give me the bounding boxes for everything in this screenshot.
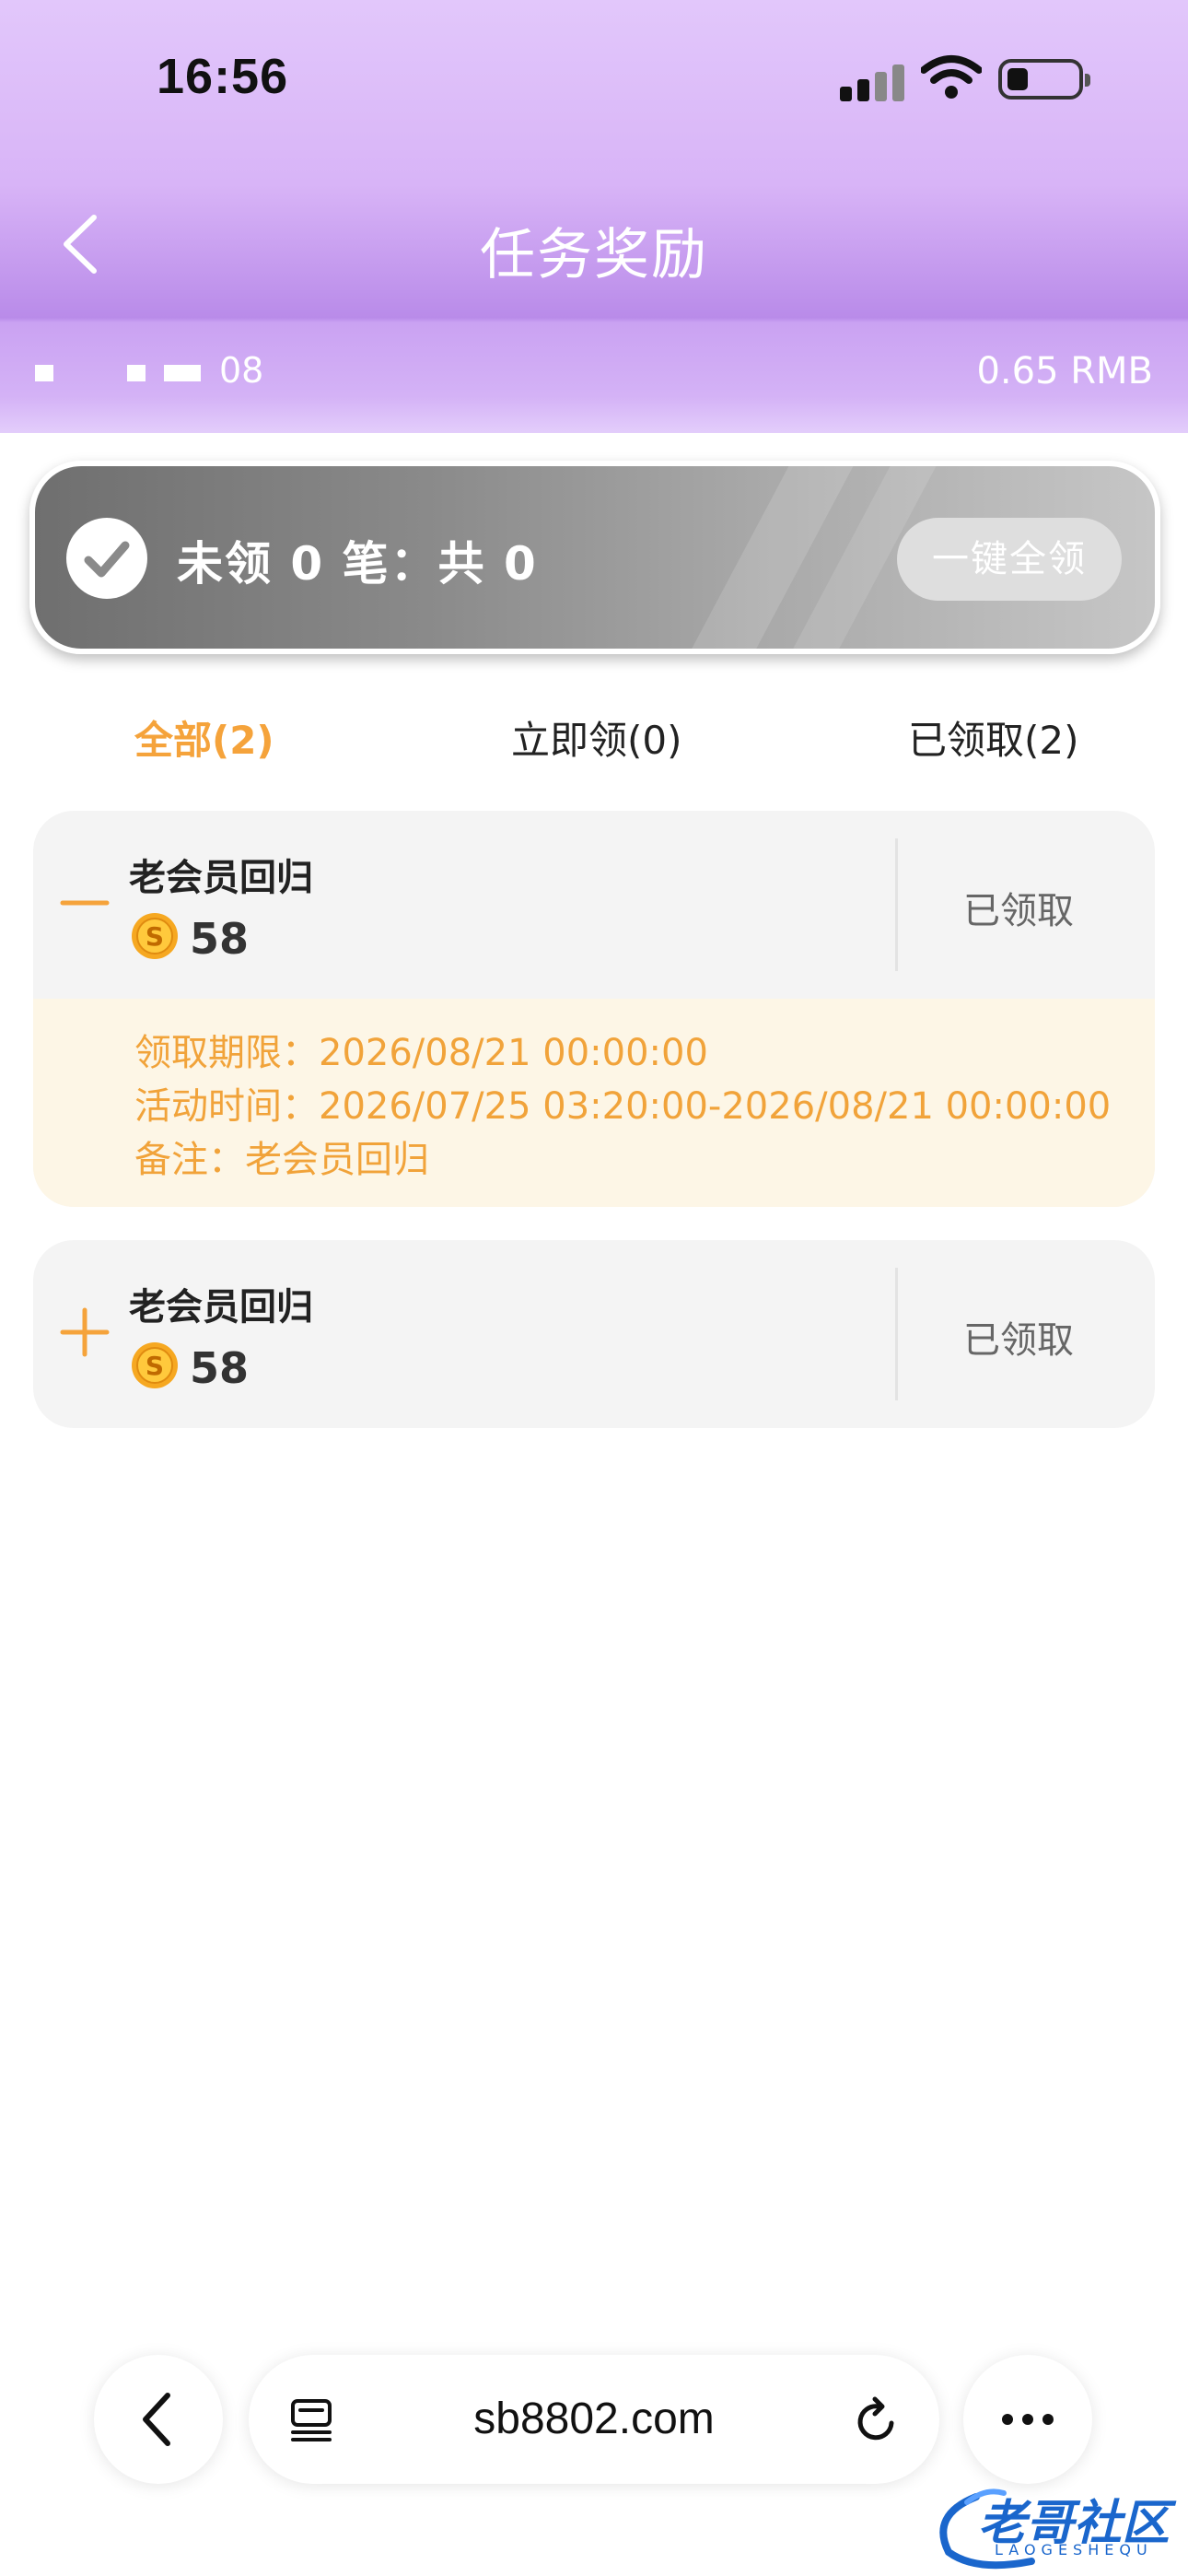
masked-block — [164, 364, 201, 381]
unclaimed-summary: 未领 0 笔：共 0 — [177, 537, 538, 591]
divider — [895, 838, 898, 971]
more-dots-icon — [1002, 2414, 1054, 2425]
battery-icon — [998, 59, 1090, 100]
reward-details: 领取期限：2026/08/21 00:00:00 活动时间：2026/07/25… — [33, 999, 1155, 1207]
account-row: 08 0.65 RMB — [0, 341, 1188, 405]
coin-icon: S — [132, 913, 178, 959]
reward-status: 已领取 — [963, 890, 1074, 932]
url-text: sb8802.com — [473, 2395, 715, 2443]
expand-plus-icon[interactable] — [57, 1305, 112, 1360]
reward-amount: 58 — [190, 1343, 250, 1393]
reward-status: 已领取 — [963, 1319, 1074, 1362]
address-bar[interactable]: sb8802.com — [249, 2355, 939, 2484]
chevron-left-icon — [143, 2393, 170, 2446]
remark: 备注：老会员回归 — [134, 1139, 429, 1181]
tab-all[interactable]: 全部(2) — [134, 709, 274, 766]
reward-title: 老会员回归 — [129, 857, 313, 899]
more-options-button[interactable] — [963, 2355, 1092, 2484]
account-balance: 0.65 RMB — [976, 350, 1153, 392]
svg-text:S: S — [146, 921, 164, 952]
status-time: 16:56 — [157, 49, 289, 104]
coin-icon: S — [132, 1342, 178, 1388]
claim-deadline: 领取期限：2026/08/21 00:00:00 — [134, 1032, 708, 1074]
reward-card-header[interactable]: 老会员回归 S 58 已领取 — [33, 1240, 1155, 1428]
page-title: 任务奖励 — [480, 223, 708, 287]
browser-back-button[interactable] — [94, 2355, 223, 2484]
filter-tabs: 全部(2) 立即领(0) 已领取(2) — [0, 709, 1188, 774]
masked-block — [35, 364, 53, 381]
watermark-logo: 老哥社区 LAOGESHEQU — [921, 2469, 1188, 2576]
reward-title: 老会员回归 — [129, 1286, 313, 1329]
masked-block — [127, 364, 146, 381]
check-icon — [66, 518, 147, 599]
collapse-minus-icon[interactable] — [57, 875, 112, 931]
activity-time: 活动时间：2026/07/25 03:20:00-2026/08/21 00:0… — [134, 1085, 1112, 1128]
reload-icon[interactable] — [851, 2395, 901, 2445]
divider — [895, 1268, 898, 1400]
tab-claimed[interactable]: 已领取(2) — [908, 709, 1079, 766]
claim-all-button[interactable]: 一键全领 — [897, 518, 1122, 601]
status-bar: 16:56 — [0, 0, 1188, 157]
wifi-icon — [921, 55, 982, 99]
cellular-signal-icon — [840, 63, 904, 101]
account-id-suffix: 08 — [219, 350, 264, 391]
svg-text:S: S — [146, 1351, 164, 1381]
watermark-subtext: LAOGESHEQU — [995, 2541, 1153, 2558]
summary-card: 未领 0 笔：共 0 一键全领 — [29, 461, 1160, 654]
tab-claim-now[interactable]: 立即领(0) — [511, 709, 682, 766]
reward-amount: 58 — [190, 914, 250, 964]
reward-card: 老会员回归 S 58 已领取 领取期限：2026/08/21 00:00:00 … — [33, 811, 1155, 1207]
account-id: 08 — [35, 350, 263, 391]
reward-card-header[interactable]: 老会员回归 S 58 已领取 — [33, 811, 1155, 999]
page: 16:56 任务奖励 08 0.65 RMB 未领 0 笔：共 0 一键全领 全… — [0, 0, 1188, 2576]
reward-card: 老会员回归 S 58 已领取 — [33, 1240, 1155, 1428]
